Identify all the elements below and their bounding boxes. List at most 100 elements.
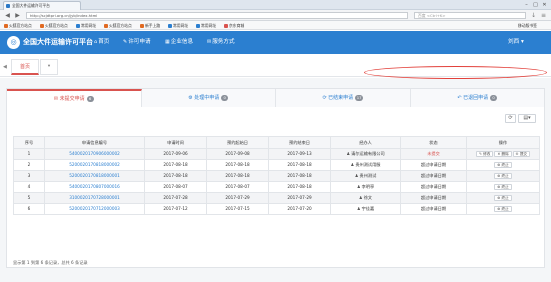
bookmark-icon xyxy=(224,23,228,28)
terminate-button[interactable]: ⊗ 终止 xyxy=(494,195,512,201)
end-date: 2017-08-18 xyxy=(268,170,331,182)
application-code-link[interactable]: 5400020170807000016 xyxy=(44,181,145,193)
row-number: 2 xyxy=(13,159,45,171)
page-tabs-bar: ◀ 首页 ▾ xyxy=(0,57,551,77)
column-header[interactable]: 预约起始日 xyxy=(206,136,269,149)
column-header[interactable]: 预约结束日 xyxy=(268,136,331,149)
person-icon: ♟ xyxy=(346,151,351,156)
end-date: 2017-08-18 xyxy=(268,181,331,193)
table-row[interactable]: 4 5400020170807000016 2017-08-07 2017-08… xyxy=(13,181,540,193)
service-icon: ✉ xyxy=(207,39,212,45)
applications-table: 序号 申请信息编号 申请时间 预约起始日 预约结束日 经办人 状态 操作 1 5… xyxy=(13,136,540,215)
tab-scroll-left-icon[interactable]: ◀ xyxy=(3,63,8,71)
delete-button[interactable]: ✕ 删除 xyxy=(494,151,512,157)
tab-finished[interactable]: ⟳ 已结束申请 17 xyxy=(276,89,411,107)
tab-dropdown[interactable]: ▾ xyxy=(40,59,58,75)
count-badge: 0 xyxy=(221,95,229,101)
bookmark-item[interactable]: 火狐官方站点 xyxy=(40,22,68,29)
application-code-link[interactable]: 5200020170712000003 xyxy=(44,203,145,215)
column-header[interactable]: 操作 xyxy=(466,136,540,149)
applications-panel: ✉ 未提交申请 6 ⚙ 处理中申请 0 ⟳ 已结束申请 17 ↶ 已退回申请 0 ⟳ ▤▾ 序号… xyxy=(6,88,545,268)
browser-tab[interactable]: 全国大件运输许可平台 xyxy=(3,1,81,10)
browser-search-input[interactable]: 百度 <Ctrl+K> xyxy=(414,12,526,19)
column-header[interactable]: 申请时间 xyxy=(144,136,207,149)
status-tabs: ✉ 未提交申请 6 ⚙ 处理中申请 0 ⟳ 已结束申请 17 ↶ 已退回申请 0 xyxy=(7,89,544,107)
home-icon: ⌂ xyxy=(94,39,98,45)
nav-company-info[interactable]: ▦企业信息 xyxy=(165,37,193,48)
agent-cell: ♟李明亭 xyxy=(330,181,401,193)
bookmarks-bar: 火狐官方站点 火狐官方站点 常用网址 火狐官方站点 新手上路 常用网址 常用网址… xyxy=(0,21,551,30)
table-row[interactable]: 1 5400020170906000002 2017-09-06 2017-09… xyxy=(13,148,540,160)
tab-processing[interactable]: ⚙ 处理中申请 0 xyxy=(141,89,276,107)
bookmark-item[interactable]: 火狐官方站点 xyxy=(4,22,32,29)
nav-home[interactable]: ⌂首页 xyxy=(94,37,109,48)
person-icon: ♟ xyxy=(358,195,363,200)
browser-tab-title: 全国大件运输许可平台 xyxy=(12,3,50,8)
application-code-link[interactable]: 5400020170906000002 xyxy=(44,148,145,160)
refresh-icon[interactable]: ⟳ xyxy=(505,114,516,123)
url-input[interactable]: http://scjdtpri.org.cn/jyb/index.html xyxy=(26,12,408,19)
start-date: 2017-07-29 xyxy=(206,192,269,204)
tab-home[interactable]: 首页 xyxy=(11,59,39,75)
back-arrow-icon[interactable]: ◀ xyxy=(4,12,11,19)
done-icon: ⟳ xyxy=(322,95,327,101)
row-number: 1 xyxy=(13,148,45,160)
apply-date: 2017-08-18 xyxy=(144,170,207,182)
submit-button[interactable]: ⊙ 提交 xyxy=(512,151,531,157)
mobile-bookmarks[interactable]: 移动版书签 xyxy=(518,22,537,29)
columns-toggle-icon[interactable]: ▤▾ xyxy=(518,114,536,123)
nav-service[interactable]: ✉服务方式 xyxy=(207,37,235,48)
status-cell: 超过申请日期 xyxy=(400,203,467,215)
table-row[interactable]: 5 3100020170728000001 2017-07-28 2017-07… xyxy=(13,192,540,204)
close-window-icon[interactable]: ✕ xyxy=(540,2,549,8)
row-number: 4 xyxy=(13,181,45,193)
row-number: 6 xyxy=(13,203,45,215)
column-header[interactable]: 申请信息编号 xyxy=(44,136,145,149)
bookmark-item[interactable]: 常用网址 xyxy=(168,22,188,29)
forward-arrow-icon[interactable]: ▶ xyxy=(14,12,21,19)
tab-returned[interactable]: ↶ 已退回申请 0 xyxy=(410,89,544,107)
menu-icon[interactable]: ≡ xyxy=(540,12,547,19)
column-header[interactable]: 序号 xyxy=(13,136,45,149)
column-header[interactable]: 状态 xyxy=(400,136,467,149)
tab-unsubmitted[interactable]: ✉ 未提交申请 6 xyxy=(7,89,142,107)
status-cell: 未提交 xyxy=(400,148,467,160)
operations-cell: ⊗ 终止 xyxy=(466,170,540,182)
person-icon: ♟ xyxy=(354,173,359,178)
terminate-button[interactable]: ⊗ 终止 xyxy=(494,206,512,212)
bookmark-icon xyxy=(76,23,80,28)
table-row[interactable]: 3 5200020170818000001 2017-08-18 2017-08… xyxy=(13,170,540,182)
start-date: 2017-08-07 xyxy=(206,181,269,193)
edit-button[interactable]: ✎ 修改 xyxy=(475,151,494,157)
application-code-link[interactable]: 3100020170728000001 xyxy=(44,192,145,204)
bookmark-icon xyxy=(196,23,200,28)
terminate-button[interactable]: ⊗ 终止 xyxy=(494,184,512,190)
application-code-link[interactable]: 5200020170818000001 xyxy=(44,170,145,182)
content-area: ✉ 未提交申请 6 ⚙ 处理中申请 0 ⟳ 已结束申请 17 ↶ 已退回申请 0 ⟳ ▤▾ 序号… xyxy=(0,78,551,282)
user-menu[interactable]: 刘西 ▾ xyxy=(508,37,524,48)
operations-cell: ⊗ 终止 xyxy=(466,181,540,193)
status-cell: 超过申请日期 xyxy=(400,181,467,193)
bookmark-item[interactable]: 常用网址 xyxy=(196,22,216,29)
bookmark-icon xyxy=(40,23,44,28)
count-badge: 6 xyxy=(86,96,94,102)
end-date: 2017-08-18 xyxy=(268,159,331,171)
maximize-icon[interactable]: □ xyxy=(531,2,540,8)
bookmark-icon xyxy=(104,23,108,28)
terminate-button[interactable]: ⊗ 终止 xyxy=(494,162,512,168)
application-code-link[interactable]: 5200020170818000002 xyxy=(44,159,145,171)
bookmark-item[interactable]: 新手上路 xyxy=(140,22,160,29)
download-icon[interactable]: ↓ xyxy=(530,12,537,19)
column-header[interactable]: 经办人 xyxy=(330,136,401,149)
permit-icon: ✎ xyxy=(123,39,128,45)
operations-cell: ⊗ 终止 xyxy=(466,159,540,171)
table-row[interactable]: 6 5200020170712000003 2017-07-12 2017-07… xyxy=(13,203,540,215)
bookmark-item[interactable]: 京东商城 xyxy=(224,22,244,29)
status-cell: 超过申请日期 xyxy=(400,170,467,182)
table-row[interactable]: 2 5200020170818000002 2017-08-18 2017-08… xyxy=(13,159,540,171)
minimize-icon[interactable]: – xyxy=(522,2,531,8)
bookmark-item[interactable]: 火狐官方站点 xyxy=(104,22,132,29)
terminate-button[interactable]: ⊗ 终止 xyxy=(494,173,512,179)
nav-permit-apply[interactable]: ✎许可申请 xyxy=(123,37,151,48)
bookmark-item[interactable]: 常用网址 xyxy=(76,22,96,29)
